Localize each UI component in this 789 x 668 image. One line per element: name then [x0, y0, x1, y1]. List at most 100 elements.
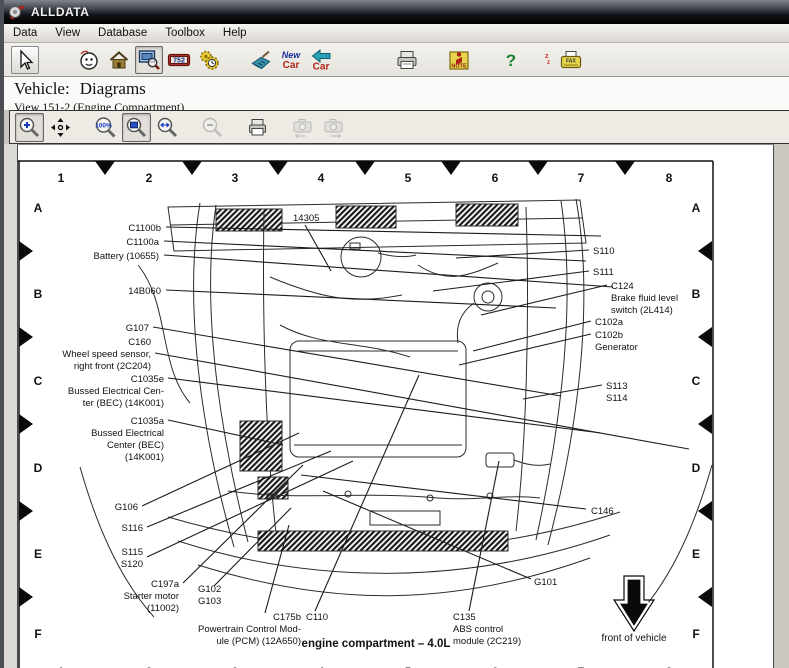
zoom-toolbar: 100%	[9, 110, 789, 144]
component-label: module (2C219)	[453, 636, 521, 647]
print-button[interactable]	[393, 46, 421, 74]
fit-window-button[interactable]	[122, 113, 151, 142]
menu-data[interactable]: Data	[4, 25, 46, 41]
menu-toolbox[interactable]: Toolbox	[156, 25, 214, 41]
component-label: C1100a	[126, 237, 159, 248]
zoom-100-button[interactable]: 100%	[91, 113, 120, 142]
vehicle-label: Vehicle:	[14, 79, 70, 98]
grid-column-label: 7	[578, 171, 585, 185]
diagram-review-button[interactable]	[135, 46, 163, 74]
standby-button[interactable]: z z	[527, 46, 555, 74]
sweep-brush-icon	[249, 48, 273, 72]
component-label: Bussed Electrical	[91, 428, 164, 439]
grid-column-label: 3	[232, 171, 239, 185]
new-car-bottom-label: Car	[283, 60, 300, 71]
gears-clock-icon	[197, 48, 221, 72]
fax-button[interactable]: FAX	[557, 46, 585, 74]
grid-column-label: 5	[405, 171, 412, 185]
odometer-button[interactable]: 752	[165, 46, 193, 74]
component-label: ABS control	[453, 624, 503, 635]
component-label: Center (BEC)	[107, 440, 164, 451]
diagram-caption: engine compartment – 4.0L	[302, 638, 451, 650]
menu-help[interactable]: Help	[214, 25, 256, 41]
front-of-vehicle-label: front of vehicle	[601, 633, 666, 644]
component-label: Battery (10655)	[94, 251, 159, 262]
component-label: G107	[126, 323, 149, 334]
assistant-button[interactable]	[75, 46, 103, 74]
previous-view-button[interactable]	[288, 113, 317, 142]
svg-text:z: z	[545, 53, 549, 60]
note-label: NOTE	[451, 63, 467, 69]
component-label: C110	[306, 612, 328, 623]
select-cursor-button[interactable]	[11, 46, 39, 74]
standby-moon-icon: z z	[529, 48, 553, 72]
fit-width-button[interactable]	[153, 113, 182, 142]
printer-icon	[395, 48, 419, 72]
component-label: C135	[453, 612, 476, 623]
vehicle-value: Diagrams	[80, 79, 146, 98]
fax-icon: FAX	[559, 48, 583, 72]
fit-window-icon	[124, 115, 149, 140]
component-label: ule (PCM) (12A650)	[217, 636, 301, 647]
camera-next-icon	[321, 115, 346, 140]
component-label: S111	[593, 267, 614, 278]
menu-view[interactable]: View	[46, 25, 89, 41]
car-back-arrow-icon: Car	[309, 48, 333, 72]
assistant-face-icon	[77, 48, 101, 72]
odometer-752-icon: 752	[167, 48, 191, 72]
component-label: (11002)	[147, 603, 179, 614]
zoom-in-button[interactable]	[15, 113, 44, 142]
menu-database[interactable]: Database	[89, 25, 156, 41]
component-label: G103	[198, 596, 221, 607]
component-label: C175b	[273, 612, 301, 623]
zoom-100-icon: 100%	[93, 115, 118, 140]
alldata-logo-icon	[8, 4, 26, 20]
zoom-100-label: 100%	[95, 122, 112, 129]
menu-bar: Data View Database Toolbox Help	[4, 24, 789, 43]
main-toolbar: 752 New Car	[4, 43, 789, 77]
maintenance-button[interactable]	[195, 46, 223, 74]
notes-button[interactable]: NOTE	[445, 46, 473, 74]
home-button[interactable]	[105, 46, 133, 74]
grid-column-label: 1	[58, 171, 65, 185]
pan-arrows-icon	[48, 115, 73, 140]
grid-column-label: 2	[146, 171, 153, 185]
component-label: (14K001)	[125, 452, 164, 463]
component-label: Generator	[595, 342, 638, 353]
grid-column-label: 6	[492, 171, 499, 185]
zoom-in-icon	[17, 115, 42, 140]
component-label: Bussed Electrical Cen-	[68, 386, 164, 397]
zoom-out-button[interactable]	[198, 113, 227, 142]
component-label: S114	[606, 393, 627, 404]
page-header: Vehicle:Diagrams View 151-2 (Engine Comp…	[4, 77, 789, 110]
alldata-window: ALLDATA Data View Database Toolbox Help	[0, 0, 789, 668]
new-car-icon: New Car	[279, 48, 303, 72]
component-label: S113	[606, 381, 627, 392]
diagram-viewport[interactable]: 1122334455667788AABBCCDDEEFFC1100bC1100a…	[17, 144, 774, 668]
new-car-top-label: New	[282, 50, 302, 60]
grid-row-label-right: D	[692, 461, 701, 475]
component-label: C1035a	[131, 416, 165, 427]
component-label: Brake fluid level	[611, 293, 678, 304]
car-wash-button[interactable]	[247, 46, 275, 74]
help-button[interactable]: ?	[497, 46, 525, 74]
title-bar[interactable]: ALLDATA	[4, 0, 789, 24]
camera-previous-icon	[290, 115, 315, 140]
component-label: Wheel speed sensor,	[62, 349, 151, 360]
note-icon: NOTE	[447, 48, 471, 72]
previous-car-button[interactable]: Car	[307, 46, 335, 74]
print-diagram-button[interactable]	[243, 113, 272, 142]
component-label: switch (2L414)	[611, 305, 673, 316]
grid-row-label-left: E	[34, 547, 42, 561]
odometer-label: 752	[173, 57, 185, 64]
grid-row-label-left: D	[34, 461, 43, 475]
component-label: S116	[122, 523, 143, 534]
pan-button[interactable]	[46, 113, 75, 142]
grid-row-label-right: B	[692, 287, 701, 301]
new-car-button[interactable]: New Car	[277, 46, 305, 74]
component-label: S120	[121, 559, 143, 570]
component-label: right front (2C204)	[74, 361, 151, 372]
fax-label: FAX	[566, 58, 576, 64]
home-icon	[107, 48, 131, 72]
next-view-button[interactable]	[319, 113, 348, 142]
